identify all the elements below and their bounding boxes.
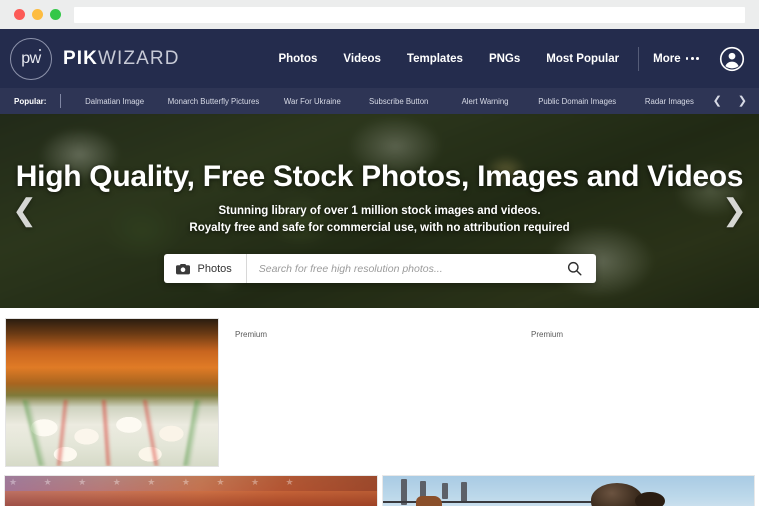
nav-more-label: More	[653, 52, 681, 65]
popular-tags-pager: ❮ ❯	[713, 95, 759, 107]
nav-item-most-popular[interactable]: Most Popular	[533, 53, 632, 65]
logo-accent-dot	[38, 48, 41, 51]
user-avatar-icon	[719, 46, 745, 71]
results-row-2	[0, 475, 759, 506]
address-bar[interactable]	[74, 6, 745, 23]
animal-shape	[415, 496, 442, 506]
popular-tag-radar-images[interactable]: Radar Images	[626, 97, 712, 106]
results-grid: Premium Premium	[0, 308, 759, 506]
close-window-button[interactable]	[14, 9, 25, 20]
pillar-shape	[460, 482, 467, 503]
nav-item-photos[interactable]: Photos	[265, 53, 330, 65]
nav-item-more[interactable]: More	[645, 53, 709, 65]
logo-word-bold: PIK	[63, 47, 98, 69]
main-navigation: Photos Videos Templates PNGs Most Popula…	[265, 46, 745, 72]
premium-badge: Premium	[235, 330, 268, 339]
nav-item-videos[interactable]: Videos	[330, 53, 394, 65]
browser-chrome	[0, 0, 759, 29]
premium-badge: Premium	[531, 330, 564, 339]
hero-banner: ❮ ❯ High Quality, Free Stock Photos, Ima…	[0, 114, 759, 308]
chevron-left-icon[interactable]: ❮	[713, 95, 722, 107]
search-submit-button[interactable]	[561, 261, 596, 276]
chevron-right-icon[interactable]: ❯	[738, 95, 747, 107]
popular-tag-list: Dalmatian Image Monarch Butterfly Pictur…	[71, 97, 712, 106]
logo-monogram: pw	[21, 49, 41, 67]
logo-wordmark: PIK WIZARD	[63, 48, 180, 70]
popular-label: Popular:	[14, 96, 47, 106]
page-viewport: pw PIK WIZARD Photos Videos Templates PN…	[0, 29, 759, 506]
hero-subtitle-line-1: Stunning library of over 1 million stock…	[218, 205, 541, 217]
hero-content: High Quality, Free Stock Photos, Images …	[0, 114, 759, 308]
thumbnail-sky-portrait-photo[interactable]	[381, 475, 755, 506]
popular-tag-subscribe-button[interactable]: Subscribe Button	[356, 97, 442, 106]
search-icon	[567, 261, 582, 276]
window-controls	[8, 9, 61, 20]
search-input[interactable]	[246, 254, 561, 283]
search-type-label: Photos	[197, 262, 232, 275]
popular-tags-bar: Popular: Dalmatian Image Monarch Butterf…	[0, 88, 759, 114]
popular-tag-war-for-ukraine[interactable]: War For Ukraine	[269, 97, 355, 106]
search-type-selector[interactable]: Photos	[164, 254, 247, 283]
nav-item-templates[interactable]: Templates	[394, 53, 476, 65]
popular-divider	[60, 94, 62, 108]
site-logo[interactable]: pw PIK WIZARD	[10, 37, 180, 80]
popular-tag-public-domain-images[interactable]: Public Domain Images	[528, 97, 626, 106]
camera-icon	[175, 263, 190, 275]
account-button[interactable]	[719, 46, 745, 72]
hero-title: High Quality, Free Stock Photos, Images …	[15, 160, 744, 193]
search-bar: Photos	[163, 254, 596, 283]
nav-item-pngs[interactable]: PNGs	[476, 53, 533, 65]
popular-tag-monarch-butterfly-pictures[interactable]: Monarch Butterfly Pictures	[158, 97, 269, 106]
popular-tag-dalmatian-image[interactable]: Dalmatian Image	[71, 97, 157, 106]
zoom-window-button[interactable]	[50, 9, 61, 20]
nav-divider	[638, 46, 640, 71]
person-shoulder-shape	[635, 491, 666, 506]
site-header: pw PIK WIZARD Photos Videos Templates PN…	[0, 29, 759, 88]
hero-subtitle-line-2: Royalty free and safe for commercial use…	[189, 222, 570, 234]
popular-tag-alert-warning[interactable]: Alert Warning	[442, 97, 528, 106]
minimize-window-button[interactable]	[32, 9, 43, 20]
ellipsis-icon	[685, 57, 699, 60]
logo-circle-mark: pw	[10, 37, 52, 80]
thumbnail-american-flag-photo[interactable]	[4, 475, 378, 506]
results-row-1: Premium Premium	[0, 318, 759, 468]
thumbnail-food-tray-photo[interactable]	[5, 318, 219, 467]
pillar-shape	[441, 483, 448, 500]
logo-word-light: WIZARD	[97, 47, 180, 69]
